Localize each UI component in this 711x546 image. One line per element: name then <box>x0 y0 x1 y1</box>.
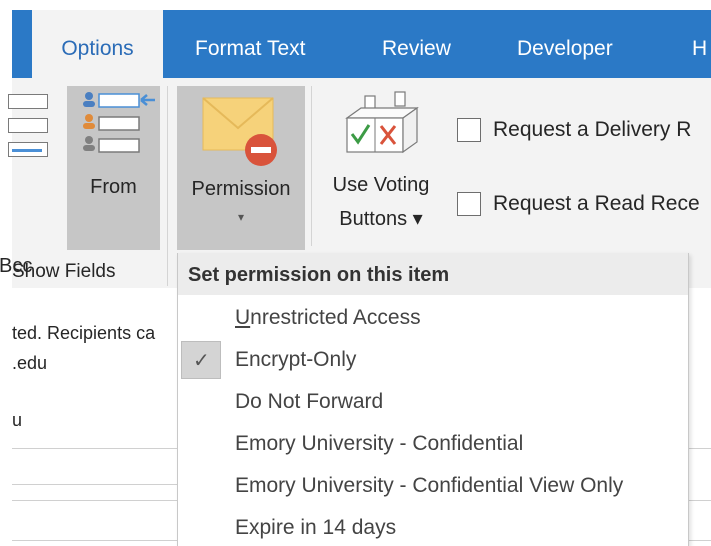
recipient-partial-text: u <box>12 410 23 430</box>
use-voting-buttons-button[interactable]: Use Voting Buttons ▾ <box>317 86 445 250</box>
field-divider <box>689 500 711 501</box>
checkbox-box[interactable] <box>457 118 481 142</box>
field-divider <box>12 484 177 485</box>
request-delivery-label: Request a Delivery R <box>493 118 692 141</box>
field-divider <box>12 448 177 449</box>
tab-format-text[interactable]: Format Text <box>195 10 305 78</box>
group-separator <box>311 86 312 246</box>
voting-button-label-line2: Buttons ▾ <box>339 208 423 230</box>
permission-button[interactable]: Permission ▾ <box>177 86 305 250</box>
menu-item-accelerator: U <box>235 306 251 329</box>
group-label-show-fields: Show Fields <box>12 261 116 282</box>
permission-button-label: Permission <box>191 178 291 200</box>
message-info-text: ted. Recipients ca <box>12 323 156 343</box>
field-divider <box>689 540 711 541</box>
menu-item-label: Emory University - Confidential <box>235 432 524 455</box>
chevron-down-icon: ▾ <box>237 210 245 224</box>
tab-review[interactable]: Review <box>382 10 451 78</box>
tab-partial[interactable]: H <box>692 10 707 78</box>
field-divider <box>689 448 711 449</box>
checkbox-box[interactable] <box>457 192 481 216</box>
voting-button-label-line1: Use Voting <box>332 174 430 196</box>
menu-item-unrestricted-access[interactable]: Unrestricted Access <box>178 297 688 339</box>
menu-header: Set permission on this item <box>178 253 688 295</box>
menu-item-label: Encrypt-Only <box>235 348 357 371</box>
tab-developer[interactable]: Developer <box>517 10 613 78</box>
voting-ballot-icon <box>345 91 419 154</box>
menu-item-emory-confidential-view-only[interactable]: Emory University - Confidential View Onl… <box>178 465 688 507</box>
field-divider <box>12 500 177 501</box>
bcc-icon <box>8 94 52 174</box>
request-delivery-receipt-checkbox[interactable]: Request a Delivery R <box>457 118 691 148</box>
menu-item-do-not-forward[interactable]: Do Not Forward <box>178 381 688 423</box>
request-read-label: Request a Read Rece <box>493 192 700 215</box>
permission-dropdown-menu: Set permission on this item Unrestricted… <box>177 253 689 546</box>
check-mark-icon: ✓ <box>193 350 210 372</box>
from-button[interactable]: From <box>67 86 160 250</box>
menu-item-expire-14-days[interactable]: Expire in 14 days <box>178 507 688 546</box>
menu-item-label: Do Not Forward <box>235 390 384 413</box>
request-read-receipt-checkbox[interactable]: Request a Read Rece <box>457 192 700 222</box>
envelope-no-sign-icon <box>202 97 277 166</box>
menu-item-label: Emory University - Confidential View Onl… <box>235 474 624 497</box>
menu-item-encrypt-only[interactable]: ✓ Encrypt-Only <box>178 339 688 381</box>
field-divider <box>12 540 177 541</box>
recipient-address-text: .edu <box>12 353 48 373</box>
from-button-label: From <box>90 176 137 198</box>
menu-item-emory-confidential[interactable]: Emory University - Confidential <box>178 423 688 465</box>
menu-item-label: Expire in 14 days <box>235 516 397 539</box>
group-separator <box>167 86 168 286</box>
from-people-icon <box>83 92 155 153</box>
ribbon-tab-bar: Options Format Text Review Developer H <box>12 10 711 78</box>
check-cell: ✓ <box>181 341 221 379</box>
menu-item-label: nrestricted Access <box>250 306 421 329</box>
tab-options[interactable]: Options <box>32 10 163 78</box>
